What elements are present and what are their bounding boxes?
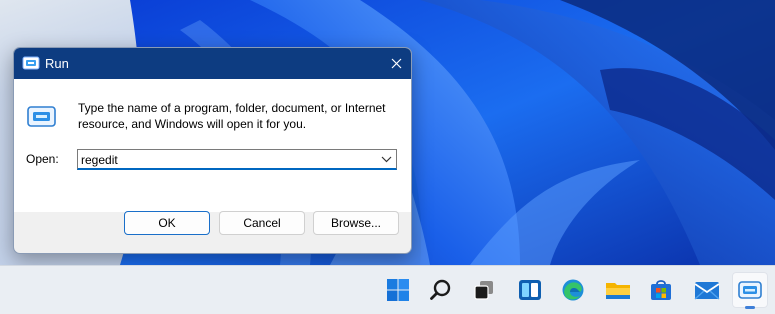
run-program-icon [27, 106, 56, 127]
mail-button[interactable] [689, 272, 725, 308]
cancel-button[interactable]: Cancel [219, 211, 305, 235]
browse-button[interactable]: Browse... [313, 211, 399, 235]
close-icon [391, 58, 401, 69]
widgets-icon [519, 280, 541, 300]
run-icon [738, 281, 762, 299]
widgets-button[interactable] [512, 272, 548, 308]
description-text: Type the name of a program, folder, docu… [78, 101, 386, 131]
active-indicator [745, 306, 755, 309]
taskbar [0, 265, 775, 314]
open-combobox[interactable] [77, 149, 397, 170]
mail-icon [694, 282, 720, 300]
task-view-icon [474, 281, 493, 300]
task-view-button[interactable] [466, 272, 502, 308]
chevron-down-icon[interactable] [381, 154, 392, 165]
dialog-body: Type the name of a program, folder, docu… [14, 79, 411, 212]
window-title: Run [45, 56, 69, 71]
windows-start-icon [387, 279, 409, 301]
microsoft-store-icon [651, 280, 671, 300]
close-button[interactable] [381, 48, 411, 79]
search-icon [430, 279, 451, 300]
search-button[interactable] [423, 272, 459, 308]
start-button[interactable] [380, 272, 416, 308]
file-explorer-icon [606, 283, 630, 299]
run-taskbar-button[interactable] [732, 272, 768, 309]
open-label: Open: [26, 152, 59, 166]
edge-button[interactable] [555, 272, 591, 308]
run-icon [22, 56, 40, 70]
ok-button[interactable]: OK [124, 211, 210, 235]
open-input[interactable] [81, 151, 371, 168]
file-explorer-button[interactable] [600, 272, 636, 308]
edge-icon [562, 279, 584, 301]
title-bar[interactable]: Run [14, 48, 411, 79]
run-dialog: Run Type the name of a program, folder, … [13, 47, 412, 254]
microsoft-store-button[interactable] [643, 272, 679, 308]
